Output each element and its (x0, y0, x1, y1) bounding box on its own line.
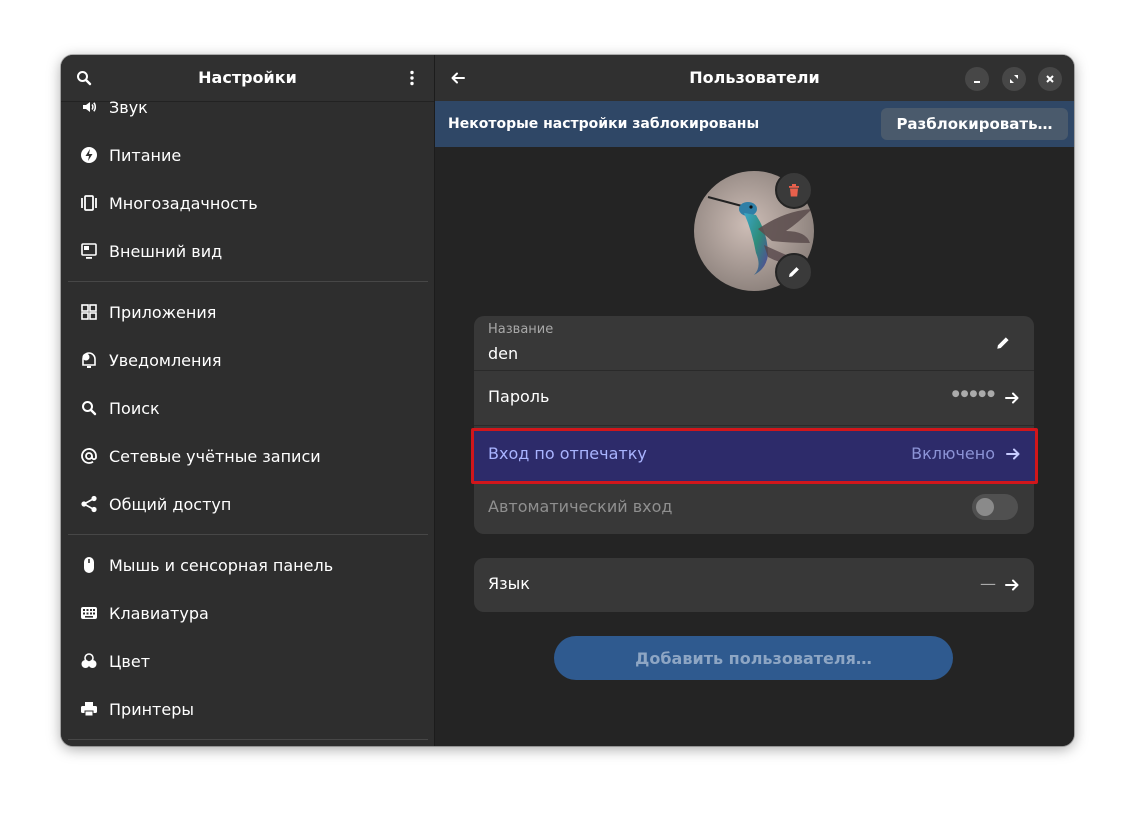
sidebar-item-label: Сетевые учётные записи (109, 446, 321, 466)
maximize-icon (1010, 75, 1018, 83)
sidebar-item-label: Питание (109, 145, 182, 165)
at-icon (79, 446, 99, 466)
fingerprint-label: Вход по отпечатку (488, 444, 647, 463)
sidebar-list: Звук Питание Многозадачность Внешний вид… (61, 101, 434, 746)
minimize-icon (974, 81, 980, 83)
printer-icon (79, 699, 99, 719)
edit-name-icon[interactable] (995, 335, 1011, 351)
kebab-menu-icon (410, 70, 414, 86)
sidebar-item-sound[interactable]: Звук (61, 101, 434, 131)
sidebar-divider (68, 281, 428, 282)
autologin-label: Автоматический вход (488, 497, 673, 516)
close-icon (1046, 75, 1054, 83)
sidebar-item-label: Приложения (109, 302, 217, 322)
sidebar-item-multitasking[interactable]: Многозадачность (61, 179, 434, 227)
fingerprint-row[interactable]: Вход по отпечатку Включено (471, 428, 1038, 484)
main-panel: Пользователи Некоторые настройки заблоки… (435, 55, 1074, 746)
apps-icon (79, 302, 99, 322)
sidebar-item-mouse[interactable]: Мышь и сенсорная панель (61, 541, 434, 589)
arrow-right-icon (1006, 448, 1020, 460)
sidebar-item-apps[interactable]: Приложения (61, 288, 434, 336)
sidebar-divider (68, 739, 428, 740)
language-card: Язык — (474, 558, 1034, 612)
sidebar-header: Настройки (61, 55, 434, 102)
sidebar-item-label: Уведомления (109, 350, 222, 370)
keyboard-icon (79, 603, 99, 623)
edit-avatar-button[interactable] (775, 253, 813, 291)
language-value: — (980, 574, 996, 593)
multitasking-icon (79, 193, 99, 213)
sidebar-item-color[interactable]: Цвет (61, 637, 434, 685)
password-label: Пароль (488, 387, 550, 406)
add-user-button[interactable]: Добавить пользователя… (554, 636, 953, 680)
language-label: Язык (488, 574, 530, 593)
remove-avatar-button[interactable] (775, 171, 813, 209)
sidebar-item-label: Поиск (109, 398, 160, 418)
name-value: den (488, 344, 519, 363)
main-menu-button[interactable] (395, 61, 429, 95)
sidebar-item-appearance[interactable]: Внешний вид (61, 227, 434, 275)
power-icon (79, 145, 99, 165)
password-row[interactable]: Пароль ●●●●● (474, 371, 1034, 426)
sidebar-item-label: Принтеры (109, 699, 194, 719)
name-label: Название (488, 322, 554, 337)
sidebar-item-label: Внешний вид (109, 241, 223, 261)
settings-window: Настройки Звук Питание Многозадачность В… (61, 55, 1074, 746)
maximize-button[interactable] (1002, 67, 1026, 91)
sidebar-item-search[interactable]: Поиск (61, 384, 434, 432)
sidebar-item-keyboard[interactable]: Клавиатура (61, 589, 434, 637)
autologin-switch[interactable] (972, 494, 1018, 520)
sidebar-item-printers[interactable]: Принтеры (61, 685, 434, 733)
sidebar-item-label: Клавиатура (109, 603, 209, 623)
lock-banner-text: Некоторые настройки заблокированы (448, 116, 760, 132)
appearance-icon (79, 241, 99, 261)
share-icon (79, 494, 99, 514)
arrow-right-icon (1005, 579, 1019, 591)
sidebar: Настройки Звук Питание Многозадачность В… (61, 55, 435, 746)
main-header: Пользователи (435, 55, 1074, 102)
notifications-icon (79, 350, 99, 370)
arrow-right-icon (1005, 392, 1019, 404)
fingerprint-status: Включено (911, 444, 995, 463)
unlock-button[interactable]: Разблокировать… (881, 108, 1068, 140)
trash-icon (789, 184, 799, 197)
sidebar-item-label: Цвет (109, 651, 151, 671)
sidebar-divider (68, 534, 428, 535)
sidebar-title: Настройки (198, 68, 297, 87)
switch-knob (976, 498, 994, 516)
minimize-button[interactable] (965, 67, 989, 91)
sidebar-item-label: Многозадачность (109, 193, 258, 213)
autologin-row[interactable]: Автоматический вход (474, 481, 1034, 534)
sidebar-item-sharing[interactable]: Общий доступ (61, 480, 434, 528)
sidebar-item-label: Общий доступ (109, 494, 232, 514)
language-row[interactable]: Язык — (474, 558, 1034, 612)
password-value: ●●●●● (951, 389, 996, 399)
close-button[interactable] (1038, 67, 1062, 91)
lock-banner: Некоторые настройки заблокированы Разбло… (435, 101, 1074, 147)
speaker-icon (79, 101, 99, 117)
sidebar-item-label: Звук (109, 101, 148, 117)
sidebar-item-notifications[interactable]: Уведомления (61, 336, 434, 384)
color-icon (79, 651, 99, 671)
mouse-icon (79, 555, 99, 575)
user-details-card: Название den Пароль ●●●●● Автоматический… (474, 316, 1034, 534)
sidebar-item-online-accounts[interactable]: Сетевые учётные записи (61, 432, 434, 480)
user-avatar-area (694, 171, 814, 291)
pencil-icon (789, 267, 799, 277)
sidebar-item-power[interactable]: Питание (61, 131, 434, 179)
name-row[interactable]: Название den (474, 316, 1034, 371)
search-icon (79, 398, 99, 418)
sidebar-item-label: Мышь и сенсорная панель (109, 555, 334, 575)
